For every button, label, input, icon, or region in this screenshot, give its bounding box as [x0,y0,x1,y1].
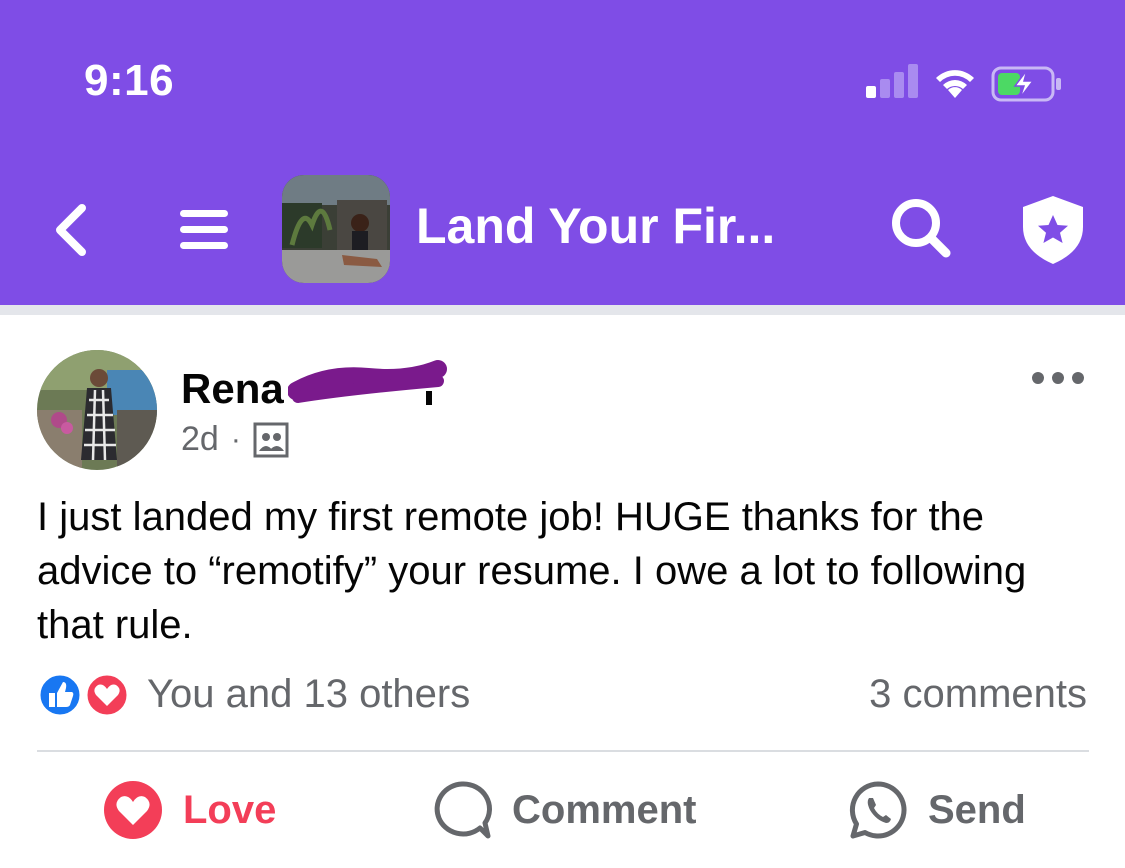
reaction-bar: You and 13 others 3 comments [37,670,1087,720]
group-avatar[interactable] [282,175,390,283]
post-timestamp[interactable]: 2d [181,420,219,459]
group-title[interactable]: Land Your Fir... [416,197,775,255]
comment-label: Comment [512,787,697,832]
author-name[interactable]: Rena [181,365,284,413]
chevron-left-icon[interactable] [48,202,92,258]
feed-separator [0,305,1125,315]
group-nav: Land Your Fir... [0,170,1125,285]
reaction-summary[interactable]: You and 13 others [147,672,470,717]
love-icon [104,781,162,839]
post-card: Rena 2d · I just landed my first remote … [0,315,1125,868]
avatar[interactable] [37,350,157,470]
group-members-icon [253,422,289,457]
meta-separator: · [230,422,241,456]
search-icon[interactable] [888,195,954,261]
send-button[interactable]: Send [848,775,1026,845]
hamburger-menu-icon[interactable] [176,204,232,256]
comment-count[interactable]: 3 comments [869,672,1087,717]
cellular-signal-icon [866,64,918,98]
post-actions: Love Comment Send [0,775,1125,845]
more-options-icon[interactable] [1030,367,1086,389]
status-time: 9:16 [84,56,175,105]
post-text: I just landed my first remote job! HUGE … [37,495,1027,647]
post-meta: 2d · [181,420,289,459]
like-icon[interactable] [37,672,137,718]
comment-button[interactable]: Comment [432,775,696,845]
redaction-scribble [288,360,447,405]
whatsapp-send-icon [849,781,907,839]
action-divider [37,750,1089,752]
comment-icon [434,781,492,839]
shield-star-icon[interactable] [1018,193,1088,267]
battery-charging-icon [991,66,1061,102]
love-button[interactable]: Love [103,775,276,845]
send-label: Send [928,787,1026,832]
header-bar: 9:16 Land Your Fir... [0,0,1125,305]
wifi-icon [936,70,974,98]
love-label: Love [183,787,277,832]
